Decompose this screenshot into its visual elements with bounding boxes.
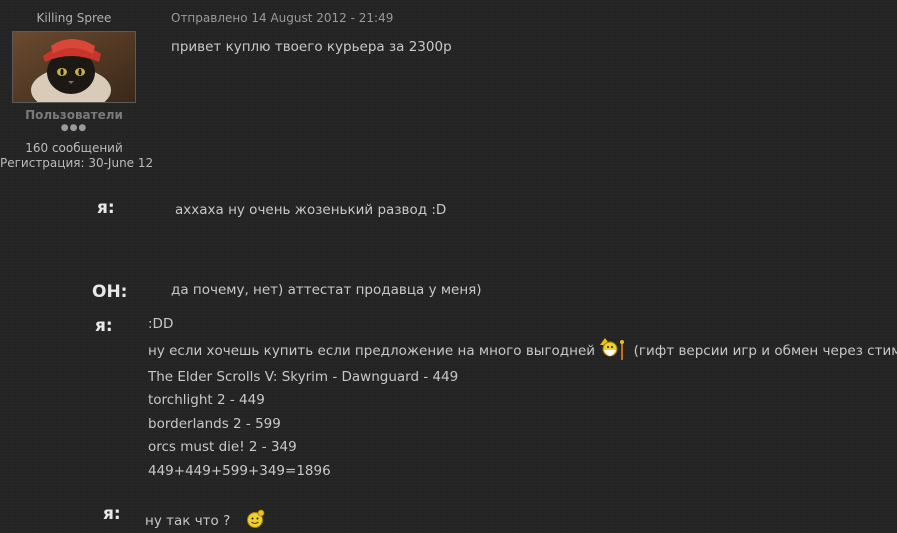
speaker-label-me: я: <box>97 198 115 218</box>
author-username[interactable]: Killing Spree <box>0 11 148 25</box>
dialog-message: да почему, нет) аттестат продавца у меня… <box>171 282 482 298</box>
post-first-message: привет куплю твоего курьера за 2300р <box>171 39 452 55</box>
price-list-item: orcs must die! 2 - 349 <box>148 439 297 455</box>
offer-note: (гифт версии игр и обмен через стим <box>633 343 897 359</box>
price-list-item: torchlight 2 - 449 <box>148 392 265 408</box>
rank-pips: ●●● <box>60 123 88 133</box>
member-group: Пользователи <box>25 108 123 122</box>
avatar[interactable] <box>12 31 136 103</box>
avatar-cat-image <box>13 32 135 102</box>
price-list-item: borderlands 2 - 599 <box>148 416 281 432</box>
registration-date: Регистрация: 30-June 12 <box>0 156 154 170</box>
speaker-label-me: я: <box>103 504 121 524</box>
post-count: 160 сообщений <box>25 141 123 155</box>
price-total: 449+449+599+349=1896 <box>148 463 331 479</box>
speaker-label-him: ОН: <box>92 282 128 302</box>
waving-smiley-icon <box>245 509 265 533</box>
offer-text: ну если хочешь купить если предложение н… <box>148 343 596 359</box>
dialog-message: :DD <box>148 316 174 332</box>
post-timestamp: Отправлено 14 August 2012 - 21:49 <box>171 11 394 25</box>
dialog-message: аххаха ну очень жозенький развод :D <box>175 202 447 218</box>
dialog-message: ну так что ? <box>145 509 265 533</box>
dialog-offer-line: ну если хочешь купить если предложение н… <box>148 336 897 366</box>
price-list-item: The Elder Scrolls V: Skyrim - Dawnguard … <box>148 369 459 385</box>
dialog-question: ну так что ? <box>145 513 231 529</box>
speaker-label-me: я: <box>95 316 113 336</box>
wizard-smiley-icon <box>599 336 629 366</box>
